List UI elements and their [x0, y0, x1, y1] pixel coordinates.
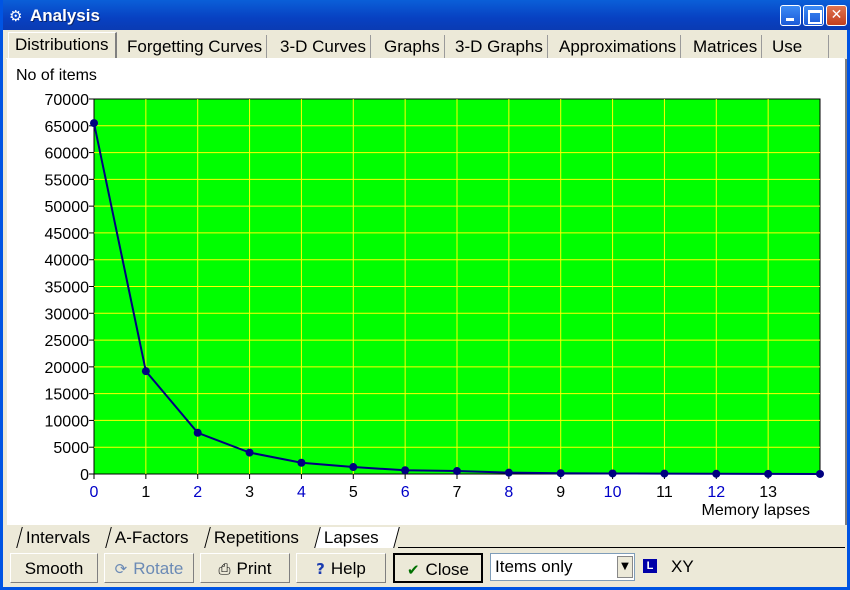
l-badge[interactable]: L [643, 559, 657, 573]
rotate-icon: ⟳ [114, 560, 128, 578]
print-button[interactable]: ⎙ Print [200, 553, 290, 583]
rotate-button[interactable]: ⟳ Rotate [104, 553, 194, 583]
tab-3d-graphs[interactable]: 3-D Graphs [451, 35, 548, 59]
help-label: Help [330, 559, 366, 578]
tab-lapses-label: Lapses [323, 528, 379, 547]
top-tab-strip: Distributions Forgetting Curves 3-D Curv… [6, 32, 846, 61]
chart-panel [7, 59, 847, 525]
maximize-icon [808, 10, 822, 24]
tab-use[interactable]: Use [768, 35, 829, 59]
tab-graphs[interactable]: Graphs [380, 35, 445, 59]
tab-forgetting-curves[interactable]: Forgetting Curves [123, 35, 268, 59]
print-label: Print [236, 559, 272, 578]
tab-approximations[interactable]: Approximations [555, 35, 682, 59]
tab-intervals-label: Intervals [25, 528, 91, 547]
items-filter-value: Items only [495, 557, 573, 576]
y-axis-label: No of items [16, 67, 97, 84]
bottom-tab-divider [398, 547, 845, 548]
help-button[interactable]: ? Help [296, 553, 386, 583]
tab-intervals[interactable]: Intervals [16, 527, 109, 548]
close-label: Close [425, 560, 470, 579]
xy-label: XY [671, 557, 694, 576]
tab-repetitions-label: Repetitions [213, 528, 299, 547]
minimize-icon [786, 18, 794, 21]
help-icon: ? [316, 560, 325, 578]
tab-distributions[interactable]: Distributions [8, 32, 117, 61]
toolbar: Smooth ⟳ Rotate ⎙ Print ? Help ✔ Close Items… [6, 552, 849, 586]
title-bar[interactable]: ⚙ Analysis ✕ [3, 0, 850, 30]
tab-matrices[interactable]: Matrices [689, 35, 763, 59]
items-filter-select[interactable]: Items only ▼ [490, 553, 635, 581]
maximize-button[interactable] [803, 5, 824, 26]
close-window-button[interactable]: ✕ [826, 5, 847, 26]
analysis-window: ⚙ Analysis ✕ Distributions Forgetting Cu… [0, 0, 850, 590]
tab-repetitions[interactable]: Repetitions [204, 527, 317, 548]
minimize-button[interactable] [780, 5, 801, 26]
window-title: Analysis [30, 6, 100, 25]
x-axis-label: Memory lapses [701, 502, 810, 519]
smooth-button[interactable]: Smooth [10, 553, 98, 583]
dropdown-arrow-icon[interactable]: ▼ [617, 556, 633, 578]
tab-a-factors-label: A-Factors [114, 528, 189, 547]
checkmark-icon: ✔ [406, 561, 420, 579]
bottom-tab-strip: Intervals A-Factors Repetitions Lapses [7, 527, 845, 549]
tools-icon: ⚙ [9, 7, 23, 25]
tab-3d-curves[interactable]: 3-D Curves [276, 35, 371, 59]
rotate-label: Rotate [133, 559, 184, 578]
tab-lapses[interactable]: Lapses [314, 527, 400, 548]
close-icon: ✕ [830, 7, 843, 23]
tab-a-factors[interactable]: A-Factors [105, 527, 210, 548]
printer-icon: ⎙ [218, 560, 231, 578]
close-button[interactable]: ✔ Close [393, 553, 483, 583]
